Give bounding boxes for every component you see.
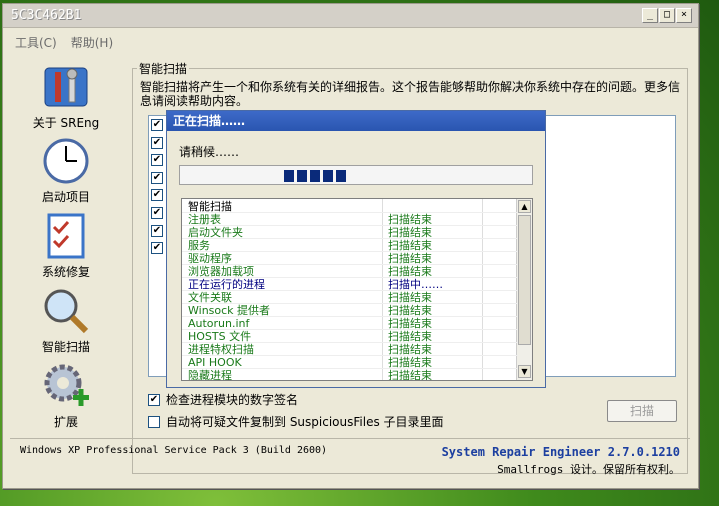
option-label: 自动将可疑文件复制到 SuspiciousFiles 子目录里面: [166, 415, 444, 429]
magnifier-icon: [41, 286, 91, 336]
scan-item-name: 浏览器加载项: [188, 265, 254, 278]
menu-tools[interactable]: 工具(C): [15, 34, 57, 51]
scan-item-name: Winsock 提供者: [188, 304, 271, 317]
table-row: 驱动程序 扫描结束: [182, 252, 518, 265]
maximize-button[interactable]: □: [659, 8, 675, 23]
option-verify-signature[interactable]: ✔ 检查进程模块的数字签名: [148, 391, 298, 408]
menu-help[interactable]: 帮助(H): [71, 34, 113, 51]
scan-item-name: 服务: [188, 239, 210, 252]
progress-block: [336, 170, 346, 182]
scan-item-status: 扫描结束: [388, 226, 432, 239]
copyright: Smallfrogs 设计。保留所有权利。: [497, 463, 680, 476]
progress-block: [297, 170, 307, 182]
checkbox[interactable]: [148, 415, 160, 428]
sidebar-item-about[interactable]: 关于 SREng: [28, 62, 104, 131]
table-row: 浏览器加载项 扫描结束: [182, 265, 518, 278]
scrollbar[interactable]: ▲ ▼: [516, 199, 532, 380]
scroll-up-icon[interactable]: ▲: [518, 200, 531, 213]
sidebar-item-label: 启动项目: [41, 190, 90, 204]
window-title: 5C3C462B1: [11, 8, 82, 23]
sidebar-item-label: 关于 SREng: [32, 116, 100, 130]
scan-item-name: 驱动程序: [188, 252, 232, 265]
table-row: 注册表 扫描结束: [182, 213, 518, 226]
scan-item-status: 扫描结束: [388, 213, 432, 226]
scan-item-name: 隐藏进程: [188, 369, 232, 381]
os-version: Windows XP Professional Service Pack 3 (…: [20, 445, 328, 456]
scan-item-name: 启动文件夹: [188, 226, 243, 239]
scanning-dialog: 正在扫描…… 请稍候…… ▲ ▼ 智能扫描 注册表 扫描结束 启动文件夹 扫描结束 服务扫…: [166, 110, 546, 388]
scan-button[interactable]: 扫描: [607, 400, 677, 422]
scroll-down-icon[interactable]: ▼: [518, 365, 531, 378]
sidebar-item-smart-scan[interactable]: 智能扫描: [28, 286, 104, 355]
scan-item-status: 扫描结束: [388, 252, 432, 265]
table-row: 进程特权扫描 扫描结束: [182, 343, 518, 356]
scan-item-checkbox[interactable]: ✔: [151, 207, 163, 219]
table-row: 隐藏进程 扫描结束: [182, 369, 518, 381]
scan-item-name: API HOOK: [188, 356, 242, 369]
status-bar: Windows XP Professional Service Pack 3 (…: [10, 438, 690, 480]
sidebar-item-label: 系统修复: [41, 265, 90, 279]
sidebar-item-extend[interactable]: 扩展: [28, 361, 104, 430]
close-button[interactable]: ×: [676, 8, 692, 23]
sidebar-item-startup[interactable]: 启动项目: [28, 136, 104, 205]
dialog-title[interactable]: 正在扫描……: [167, 111, 545, 131]
checklist-icon: [41, 211, 91, 261]
progress-block: [284, 170, 294, 182]
scan-item-checkbox[interactable]: ✔: [151, 119, 163, 131]
scan-item-status: 扫描结束: [388, 330, 432, 343]
sidebar-item-repair[interactable]: 系统修复: [28, 211, 104, 280]
scan-item-status: 扫描结束: [388, 369, 432, 381]
scan-item-checkbox[interactable]: ✔: [151, 136, 163, 149]
scroll-thumb[interactable]: [518, 215, 531, 345]
clock-icon: [41, 136, 91, 186]
progress-block: [323, 170, 333, 182]
scan-item-name: HOSTS 文件: [188, 330, 252, 343]
scan-item-status: 扫描结束: [388, 304, 432, 317]
scan-item-checkbox[interactable]: ✔: [151, 154, 163, 167]
sidebar-item-label: 扩展: [53, 415, 78, 429]
table-row: API HOOK 扫描结束: [182, 356, 518, 369]
title-bar[interactable]: 5C3C462B1 _ □ ×: [3, 4, 698, 28]
scan-status-table: ▲ ▼ 智能扫描 注册表 扫描结束 启动文件夹 扫描结束 服务 扫描结束 驱动程序 扫描结束 浏览…: [181, 198, 533, 381]
scan-item-name: 文件关联: [188, 291, 232, 304]
table-row: 服务 扫描结束: [182, 239, 518, 252]
table-row: 正在运行的进程 扫描中……: [182, 278, 518, 291]
table-row: 启动文件夹 扫描结束: [182, 226, 518, 239]
table-row: 智能扫描: [182, 200, 518, 213]
group-title: 智能扫描: [137, 60, 190, 77]
scan-item-name: 正在运行的进程: [188, 278, 265, 291]
table-row: Winsock 提供者 扫描结束: [182, 304, 518, 317]
scan-item-status: 扫描结束: [388, 356, 432, 369]
minimize-button[interactable]: _: [642, 8, 658, 23]
scan-item-status: 扫描结束: [388, 317, 432, 330]
scan-item-checkbox[interactable]: ✔: [151, 171, 163, 184]
sidebar-item-label: 智能扫描: [41, 340, 90, 354]
table-row: Autorun.inf 扫描结束: [182, 317, 518, 330]
progress-bar: [179, 165, 533, 185]
scan-item-status: 扫描结束: [388, 239, 432, 252]
gear-plus-icon: [41, 361, 91, 411]
scan-item-status: 扫描中……: [388, 278, 443, 291]
wait-text: 请稍候……: [179, 145, 240, 159]
option-copy-suspicious[interactable]: 自动将可疑文件复制到 SuspiciousFiles 子目录里面: [148, 413, 444, 430]
scan-item-name: 进程特权扫描: [188, 343, 254, 356]
tools-icon: [41, 62, 91, 112]
option-label: 检查进程模块的数字签名: [166, 393, 299, 407]
checkbox[interactable]: ✔: [148, 393, 160, 406]
table-row: HOSTS 文件 扫描结束: [182, 330, 518, 343]
scan-item-checkbox[interactable]: ✔: [151, 242, 163, 255]
scan-item-status: 扫描结束: [388, 291, 432, 304]
progress-block: [310, 170, 320, 182]
scan-item-checkbox[interactable]: ✔: [151, 224, 163, 237]
menu-bar: 工具(C) 帮助(H): [15, 34, 113, 51]
scan-item-name: 智能扫描: [188, 200, 232, 213]
scan-item-name: Autorun.inf: [188, 317, 250, 330]
product-version: System Repair Engineer 2.7.0.1210: [441, 445, 680, 459]
description-text: 智能扫描将产生一个和你系统有关的详细报告。这个报告能够帮助你解决你系统中存在的问…: [140, 80, 681, 108]
scan-item-name: 注册表: [188, 213, 221, 226]
table-row: 文件关联 扫描结束: [182, 291, 518, 304]
scan-item-checkbox[interactable]: ✔: [151, 189, 163, 202]
scan-item-status: 扫描结束: [388, 343, 432, 356]
scan-item-status: 扫描结束: [388, 265, 432, 278]
